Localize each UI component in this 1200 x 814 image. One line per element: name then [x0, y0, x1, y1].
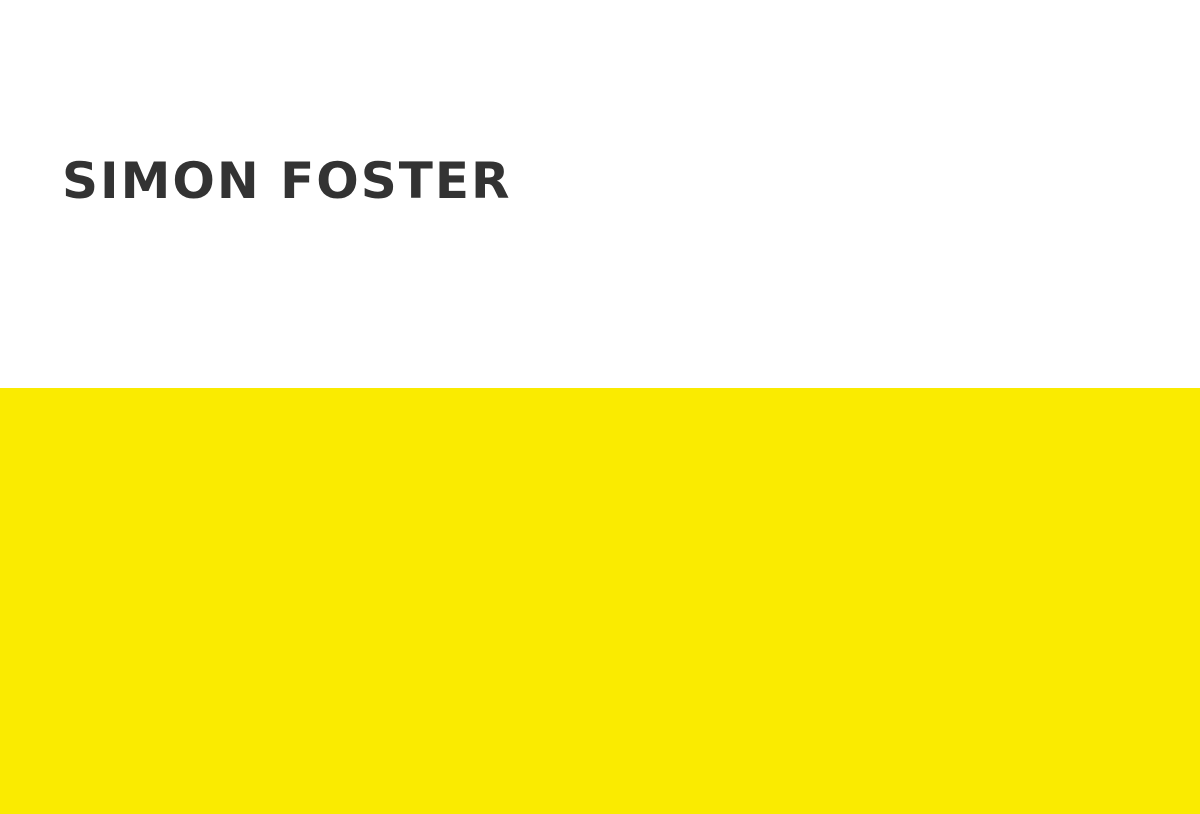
site-title[interactable]: SIMON FOSTER — [62, 146, 512, 216]
page: SIMON FOSTER — [0, 0, 1200, 814]
header-area: SIMON FOSTER — [0, 0, 1200, 388]
yellow-color-panel — [0, 388, 1200, 814]
